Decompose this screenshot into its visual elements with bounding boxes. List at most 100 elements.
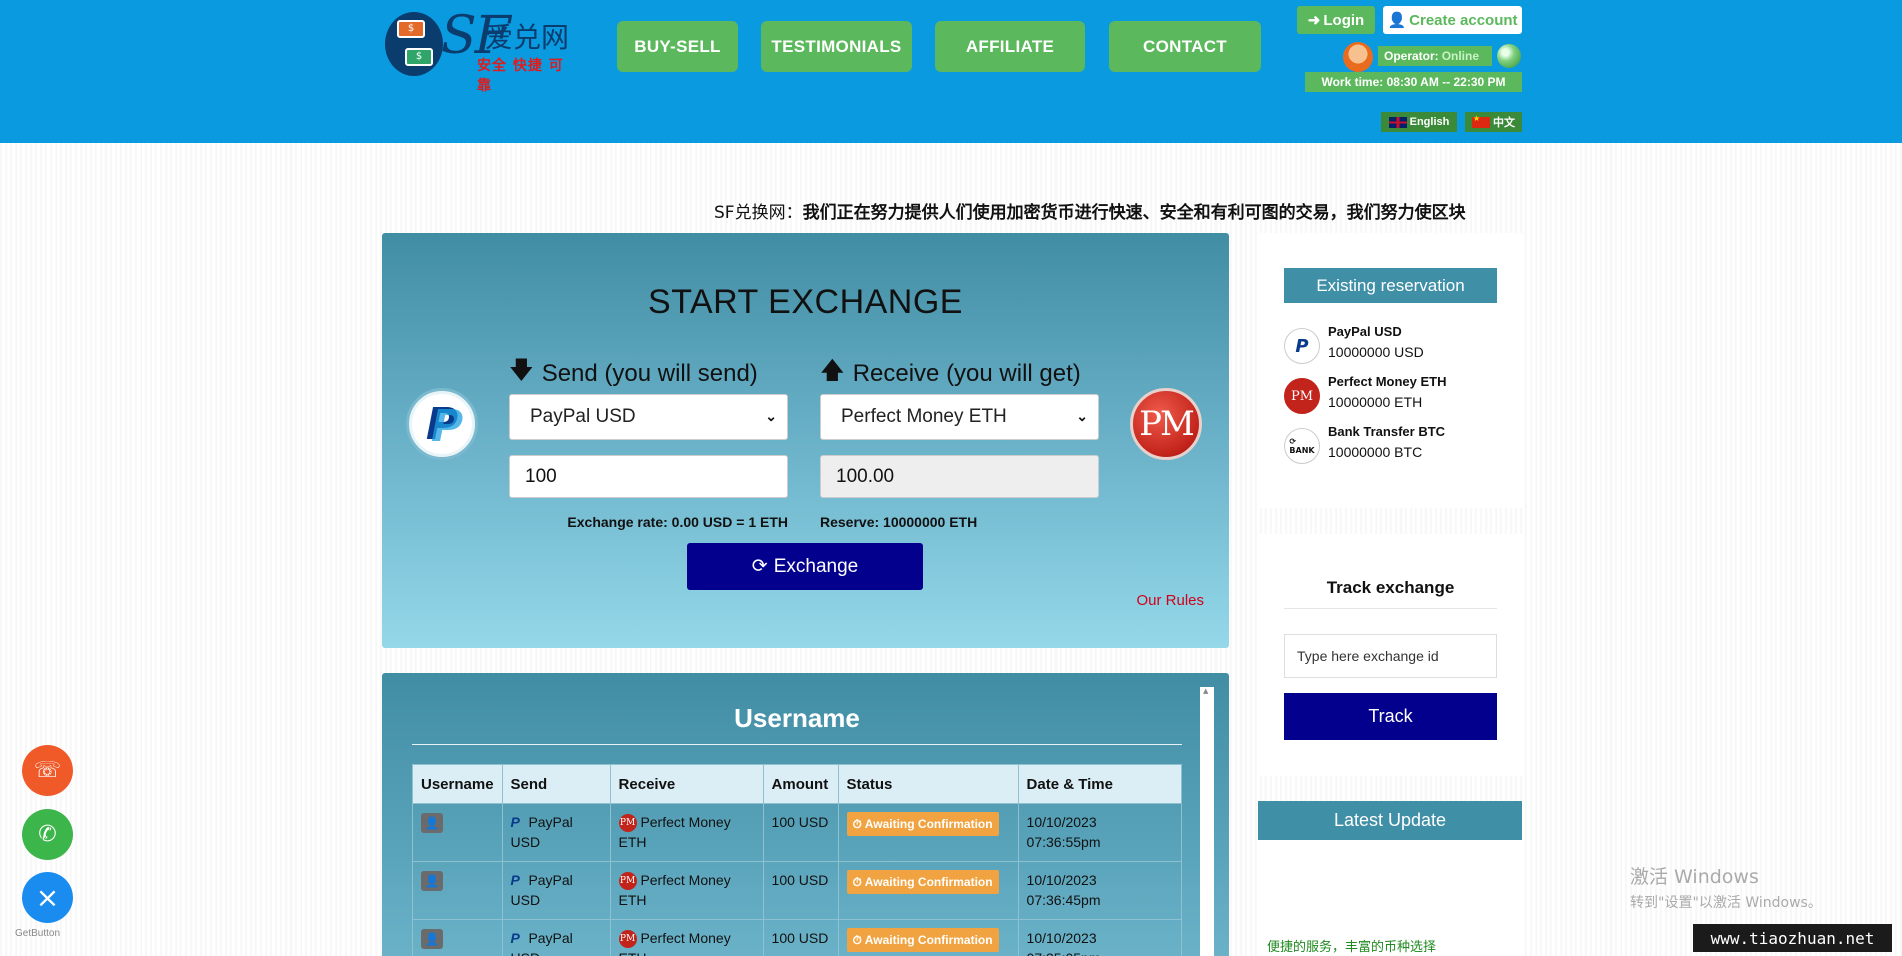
user-icon: 👤 — [421, 929, 443, 949]
row-amount: 100 USD — [762, 861, 839, 920]
transactions-table: Username Send Receive Amount Status Date… — [412, 764, 1183, 956]
col-receive: Receive — [609, 764, 764, 804]
arrow-up-icon: 🡅 — [820, 357, 845, 384]
col-status: Status — [837, 764, 1019, 804]
reserve-item: ⟳ BANK Bank Transfer BTC 10000000 BTC — [1284, 424, 1504, 468]
user-icon: 👤 — [1387, 12, 1407, 29]
receive-currency-select[interactable]: Perfect Money ETH ⌄ — [820, 394, 1099, 440]
paypal-icon: P — [510, 930, 520, 946]
perfect-money-icon: PM — [618, 814, 637, 833]
nav-testimonials[interactable]: TESTIMONIALS — [761, 21, 912, 72]
col-amount: Amount — [762, 764, 839, 804]
lang-english-button[interactable]: English — [1381, 112, 1457, 132]
refresh-icon: ⟳ — [751, 556, 768, 577]
col-username: Username — [412, 764, 503, 804]
row-datetime: 10/10/2023 07:36:45pm — [1017, 861, 1183, 920]
exchange-button-label: Exchange — [773, 555, 859, 577]
reservation-title: Existing reservation — [1284, 268, 1497, 303]
operator-label: Operator: — [1384, 49, 1439, 63]
uk-flag-icon — [1388, 116, 1407, 128]
track-title: Track exchange — [1284, 578, 1497, 609]
logo-note-icon: $ — [405, 48, 433, 66]
reserve-name: PayPal USD — [1328, 324, 1402, 339]
work-time: Work time: 08:30 AM -- 22:30 PM — [1305, 72, 1522, 92]
create-account-label: Create account — [1409, 11, 1518, 29]
win-activate-sub: 转到"设置"以激活 Windows。 — [1630, 895, 1822, 911]
exchange-id-input[interactable]: Type here exchange id — [1284, 634, 1497, 678]
reserve-name: Perfect Money ETH — [1328, 374, 1447, 389]
send-label: 🡇 Send (you will send) — [509, 353, 758, 394]
send-currency-select[interactable]: PayPal USD ⌄ — [509, 394, 788, 440]
perfect-money-icon: PM — [1284, 378, 1320, 414]
status-badge: ⏱ Awaiting Confirmation — [846, 812, 999, 836]
paypal-icon: P — [510, 872, 520, 888]
track-card: Track exchange Type here exchange id Tra… — [1258, 534, 1522, 776]
reserve-amount: 10000000 ETH — [1328, 394, 1423, 410]
user-icon: 👤 — [421, 871, 443, 891]
marquee-brand: SF兑换网： — [714, 203, 803, 223]
create-account-button[interactable]: 👤 Create account — [1383, 6, 1522, 34]
site-logo[interactable]: $ $ SF 爱兑网 安全 快捷 可靠 — [385, 6, 575, 94]
getbutton-credit[interactable]: GetButton — [15, 928, 60, 939]
receive-amount-input: 100.00 — [820, 455, 1099, 498]
marquee-message: 我们正在努力提供人们使用加密货币进行快速、安全和有利可图的交易，我们努力使区块 — [802, 203, 1466, 223]
exchange-title: START EXCHANGE — [648, 283, 963, 321]
login-button[interactable]: ➜ Login — [1297, 6, 1375, 34]
win-activate-title: 激活 Windows — [1630, 866, 1759, 888]
reserve-name: Bank Transfer BTC — [1328, 424, 1446, 439]
track-button[interactable]: Track — [1284, 693, 1497, 740]
latest-update-text: 便捷的服务，丰富的币种选择 — [1267, 940, 1437, 955]
cn-flag-icon — [1472, 114, 1490, 128]
send-currency-value: PayPal USD — [530, 406, 636, 427]
exchange-rate: Exchange rate: 0.00 USD = 1 ETH — [567, 514, 788, 530]
perfect-money-icon: PM — [1130, 388, 1202, 460]
status-badge: ⏱ Awaiting Confirmation — [846, 928, 999, 952]
row-amount: 100 USD — [762, 919, 839, 956]
perfect-money-icon: PM — [618, 930, 637, 949]
nav-affiliate[interactable]: AFFILIATE — [935, 21, 1085, 72]
reserve-amount: 10000000 BTC — [1328, 444, 1423, 460]
logo-slogan: 安全 快捷 可靠 — [477, 58, 564, 94]
reserve-item: P PayPal USD 10000000 USD — [1284, 324, 1504, 368]
receive-label-text: Receive (you will get) — [852, 359, 1081, 387]
logo-note-icon: $ — [397, 20, 425, 38]
receive-label: 🡅 Receive (you will get) — [820, 353, 1081, 394]
row-datetime: 10/10/2023 07:36:55pm — [1017, 803, 1183, 862]
panel-scrollbar[interactable] — [1200, 687, 1214, 956]
operator-status-box: Operator: Online — [1378, 46, 1492, 66]
lang-chinese-button[interactable]: 中文 — [1465, 112, 1522, 132]
paypal-icon: P — [1284, 328, 1320, 364]
nav-buy-sell[interactable]: BUY-SELL — [617, 21, 738, 72]
table-header-row: Username Send Receive Amount Status Date… — [412, 764, 1183, 804]
col-send: Send — [501, 764, 611, 804]
send-amount-input[interactable]: 100 — [509, 455, 788, 498]
phone-icon[interactable]: ☏ — [22, 745, 73, 796]
table-row[interactable]: 👤 P PayPal USD PM Perfect Money ETH 100 … — [412, 861, 1183, 920]
reservation-card: Existing reservation P PayPal USD 100000… — [1258, 233, 1522, 508]
table-row[interactable]: 👤 P PayPal USD PM Perfect Money ETH 100 … — [412, 919, 1183, 956]
arrow-down-icon: 🡇 — [509, 357, 534, 384]
reserve-item: PM Perfect Money ETH 10000000 ETH — [1284, 374, 1504, 418]
exchange-panel: START EXCHANGE P PM 🡇 Send (you will sen… — [382, 233, 1229, 648]
col-datetime: Date & Time — [1017, 764, 1183, 804]
operator-avatar — [1343, 42, 1373, 72]
receive-currency-value: Perfect Money ETH — [841, 406, 1007, 427]
bank-icon: ⟳ BANK — [1284, 428, 1320, 464]
our-rules-link[interactable]: Our Rules — [1136, 592, 1204, 609]
site-header: $ $ SF 爱兑网 安全 快捷 可靠 BUY-SELL TESTIMONIAL… — [0, 0, 1902, 143]
reserve-amount: 10000000 USD — [1328, 344, 1424, 360]
whatsapp-icon[interactable]: ✆ — [22, 809, 73, 860]
latest-update-card: Latest Update 便捷的服务，丰富的币种选择 — [1258, 801, 1522, 956]
close-icon[interactable]: × — [22, 872, 73, 923]
exchange-reserve: Reserve: 10000000 ETH — [820, 514, 978, 530]
paypal-icon: P — [406, 388, 478, 460]
exchange-button[interactable]: ⟳ Exchange — [687, 543, 923, 590]
table-row[interactable]: 👤 P PayPal USD PM Perfect Money ETH 100 … — [412, 803, 1183, 862]
nav-contact[interactable]: CONTACT — [1109, 21, 1261, 72]
chevron-down-icon: ⌄ — [1076, 408, 1088, 424]
lang-english-label: English — [1409, 116, 1450, 128]
transactions-title: Username — [734, 703, 860, 733]
paypal-icon: P — [510, 814, 520, 830]
chevron-down-icon: ⌄ — [765, 408, 777, 424]
sign-in-icon: ➜ — [1307, 12, 1321, 29]
